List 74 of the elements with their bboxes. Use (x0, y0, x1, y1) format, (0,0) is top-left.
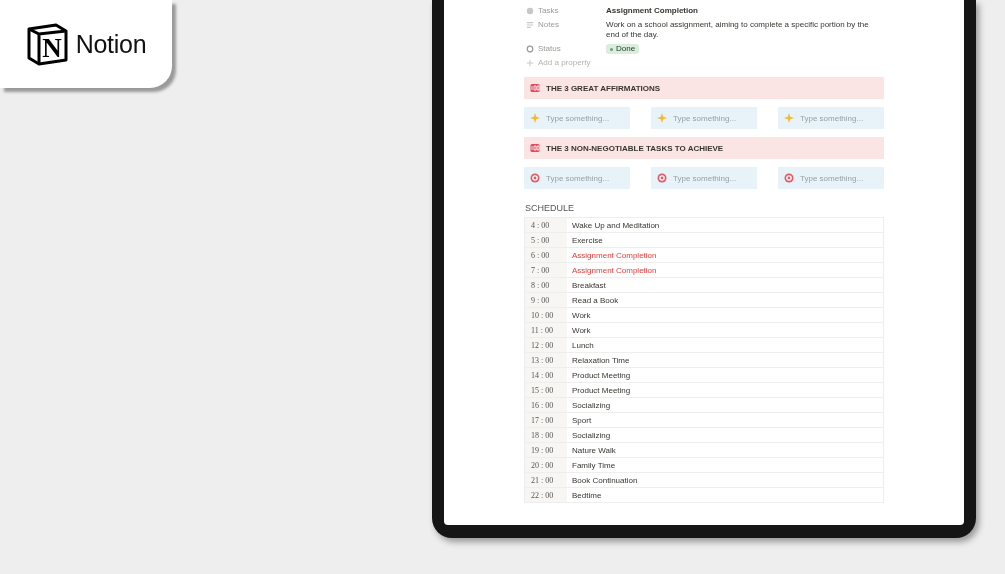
placeholder-text: Type something... (546, 113, 610, 123)
property-label: Status (538, 44, 561, 54)
activity-cell-text: Bedtime (571, 490, 602, 500)
activity-cell-text: Relaxation Time (571, 355, 630, 365)
sparkle-icon (784, 113, 794, 123)
property-value: Work on a school assignment, aiming to complete a specific portion by the end of the day. (606, 20, 870, 40)
circle-icon (526, 7, 534, 15)
activity-cell-text: Work (571, 310, 591, 320)
activity-cell-text: Family Time (571, 460, 616, 470)
activity-cell-text: Product Meeting (571, 385, 631, 395)
target-icon (530, 173, 540, 183)
placeholder-text: Type something... (673, 173, 737, 183)
section-heading: SCHEDULE (525, 203, 575, 213)
time-cell: 5 : 00 (525, 233, 567, 247)
callout-title: THE 3 NON-NEGOTIABLE TASKS TO ACHIEVE (546, 143, 724, 153)
input-field[interactable]: Type something... (651, 107, 757, 129)
time-cell: 22 : 00 (525, 488, 567, 502)
activity-cell-text: Socializing (571, 430, 611, 440)
time-cell: 9 : 00 (525, 293, 567, 307)
time-cell: 15 : 00 (525, 383, 567, 397)
activity-cell-text: Exercise (571, 235, 603, 245)
activity-cell-text: Breakfast (571, 280, 606, 290)
activity-cell-text: Wake Up and Meditation (571, 220, 660, 230)
status-icon (526, 45, 534, 53)
activity-cell-text: Sport (571, 415, 592, 425)
input-field[interactable]: Type something... (778, 167, 884, 189)
target-icon (784, 173, 794, 183)
activity-cell-text: Assignment Completion (571, 265, 657, 275)
input-field[interactable]: Type something... (778, 107, 884, 129)
placeholder-text: Type something... (673, 113, 737, 123)
time-cell: 13 : 00 (525, 353, 567, 367)
time-cell: 8 : 00 (525, 278, 567, 292)
sparkle-icon (657, 113, 667, 123)
activity-cell-text: Read a Book (571, 295, 619, 305)
target-icon (657, 173, 667, 183)
lines-icon (526, 21, 534, 29)
time-cell: 18 : 00 (525, 428, 567, 442)
input-field[interactable]: Type something... (524, 167, 630, 189)
hundred-icon (530, 83, 540, 93)
input-field[interactable]: Type something... (651, 167, 757, 189)
time-cell: 19 : 00 (525, 443, 567, 457)
time-cell: 16 : 00 (525, 398, 567, 412)
logo-text: Notion (75, 29, 147, 59)
placeholder-text: Type something... (800, 113, 864, 123)
activity-cell-text: Assignment Completion (571, 250, 657, 260)
time-cell: 14 : 00 (525, 368, 567, 382)
add-property-button[interactable]: Add a property (524, 58, 884, 67)
input-field[interactable]: Type something... (524, 107, 630, 129)
activity-cell-text: Book Continuation (571, 475, 638, 485)
placeholder-text: Type something... (546, 173, 610, 183)
activity-cell-text: Product Meeting (571, 370, 631, 380)
plus-icon (526, 59, 534, 67)
time-cell: 12 : 00 (525, 338, 567, 352)
property-label: Notes (538, 20, 559, 30)
time-cell: 11 : 00 (525, 323, 567, 337)
property-label: Tasks (538, 6, 559, 16)
activity-cell-text: Work (571, 325, 591, 335)
time-cell: 10 : 00 (525, 308, 567, 322)
logo-icon: N (25, 22, 69, 66)
time-cell: 17 : 00 (525, 413, 567, 427)
property-value: Assignment Completion (606, 6, 699, 16)
time-cell: 20 : 00 (525, 458, 567, 472)
activity-cell-text: Socializing (571, 400, 611, 410)
time-cell: 21 : 00 (525, 473, 567, 487)
time-cell: 4 : 00 (525, 218, 567, 232)
status-tag: Done (606, 44, 640, 54)
hundred-icon (530, 143, 540, 153)
time-cell: 7 : 00 (525, 263, 567, 277)
activity-cell-text: Nature Walk (571, 445, 616, 455)
sparkle-icon (530, 113, 540, 123)
activity-cell-text: Lunch (571, 340, 594, 350)
callout-title: THE 3 GREAT AFFIRMATIONS (546, 83, 661, 93)
time-cell: 6 : 00 (525, 248, 567, 262)
placeholder-text: Type something... (800, 173, 864, 183)
